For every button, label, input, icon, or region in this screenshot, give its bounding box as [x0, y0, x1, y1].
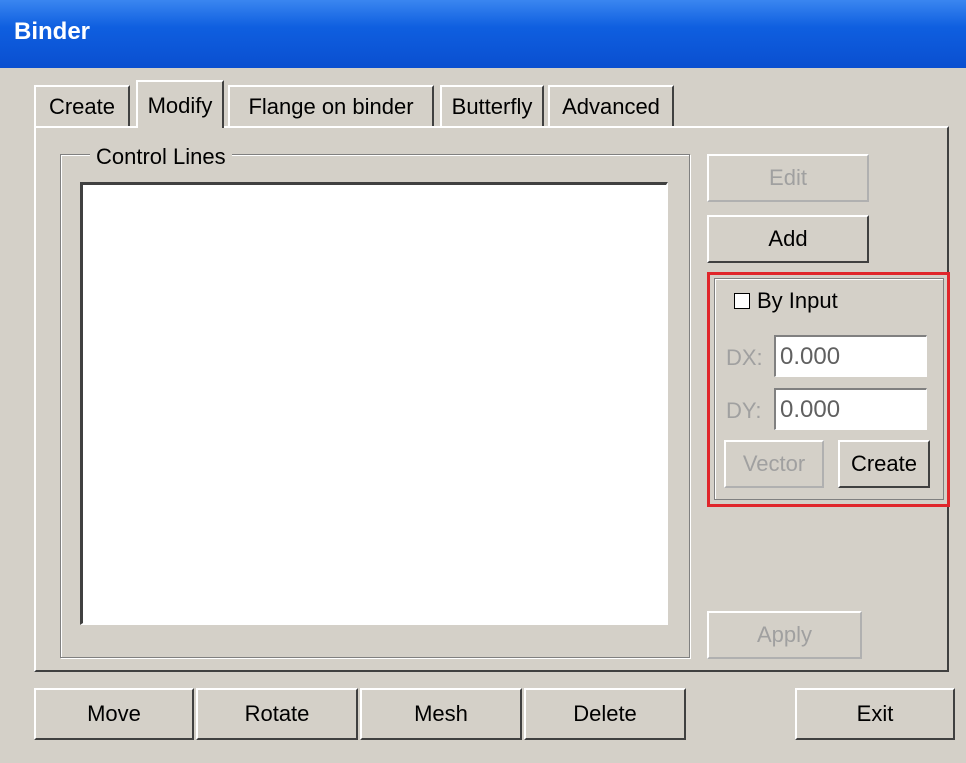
control-lines-list[interactable] [80, 182, 668, 625]
dx-label: DX: [726, 345, 763, 370]
by-input-checkbox[interactable] [734, 293, 750, 309]
rotate-button[interactable]: Rotate [196, 688, 358, 740]
mesh-button[interactable]: Mesh [360, 688, 522, 740]
edit-button[interactable]: Edit [707, 154, 869, 202]
add-button[interactable]: Add [707, 215, 869, 263]
title-bar[interactable]: Binder [0, 0, 966, 68]
window-title: Binder [14, 18, 91, 45]
delete-button[interactable]: Delete [524, 688, 686, 740]
apply-button[interactable]: Apply [707, 611, 862, 659]
tab-create[interactable]: Create [34, 85, 130, 127]
tab-advanced[interactable]: Advanced [548, 85, 674, 127]
dy-input[interactable]: 0.000 [774, 388, 927, 430]
by-input-label: By Input [757, 288, 838, 313]
create-button[interactable]: Create [838, 440, 930, 488]
exit-button[interactable]: Exit [795, 688, 955, 740]
vector-button[interactable]: Vector [724, 440, 824, 488]
tab-butterfly[interactable]: Butterfly [440, 85, 544, 127]
dy-label: DY: [726, 398, 762, 423]
tab-flange-on-binder[interactable]: Flange on binder [228, 85, 434, 127]
control-lines-label: Control Lines [90, 144, 232, 170]
dx-input[interactable]: 0.000 [774, 335, 927, 377]
tab-modify[interactable]: Modify [136, 80, 224, 128]
move-button[interactable]: Move [34, 688, 194, 740]
